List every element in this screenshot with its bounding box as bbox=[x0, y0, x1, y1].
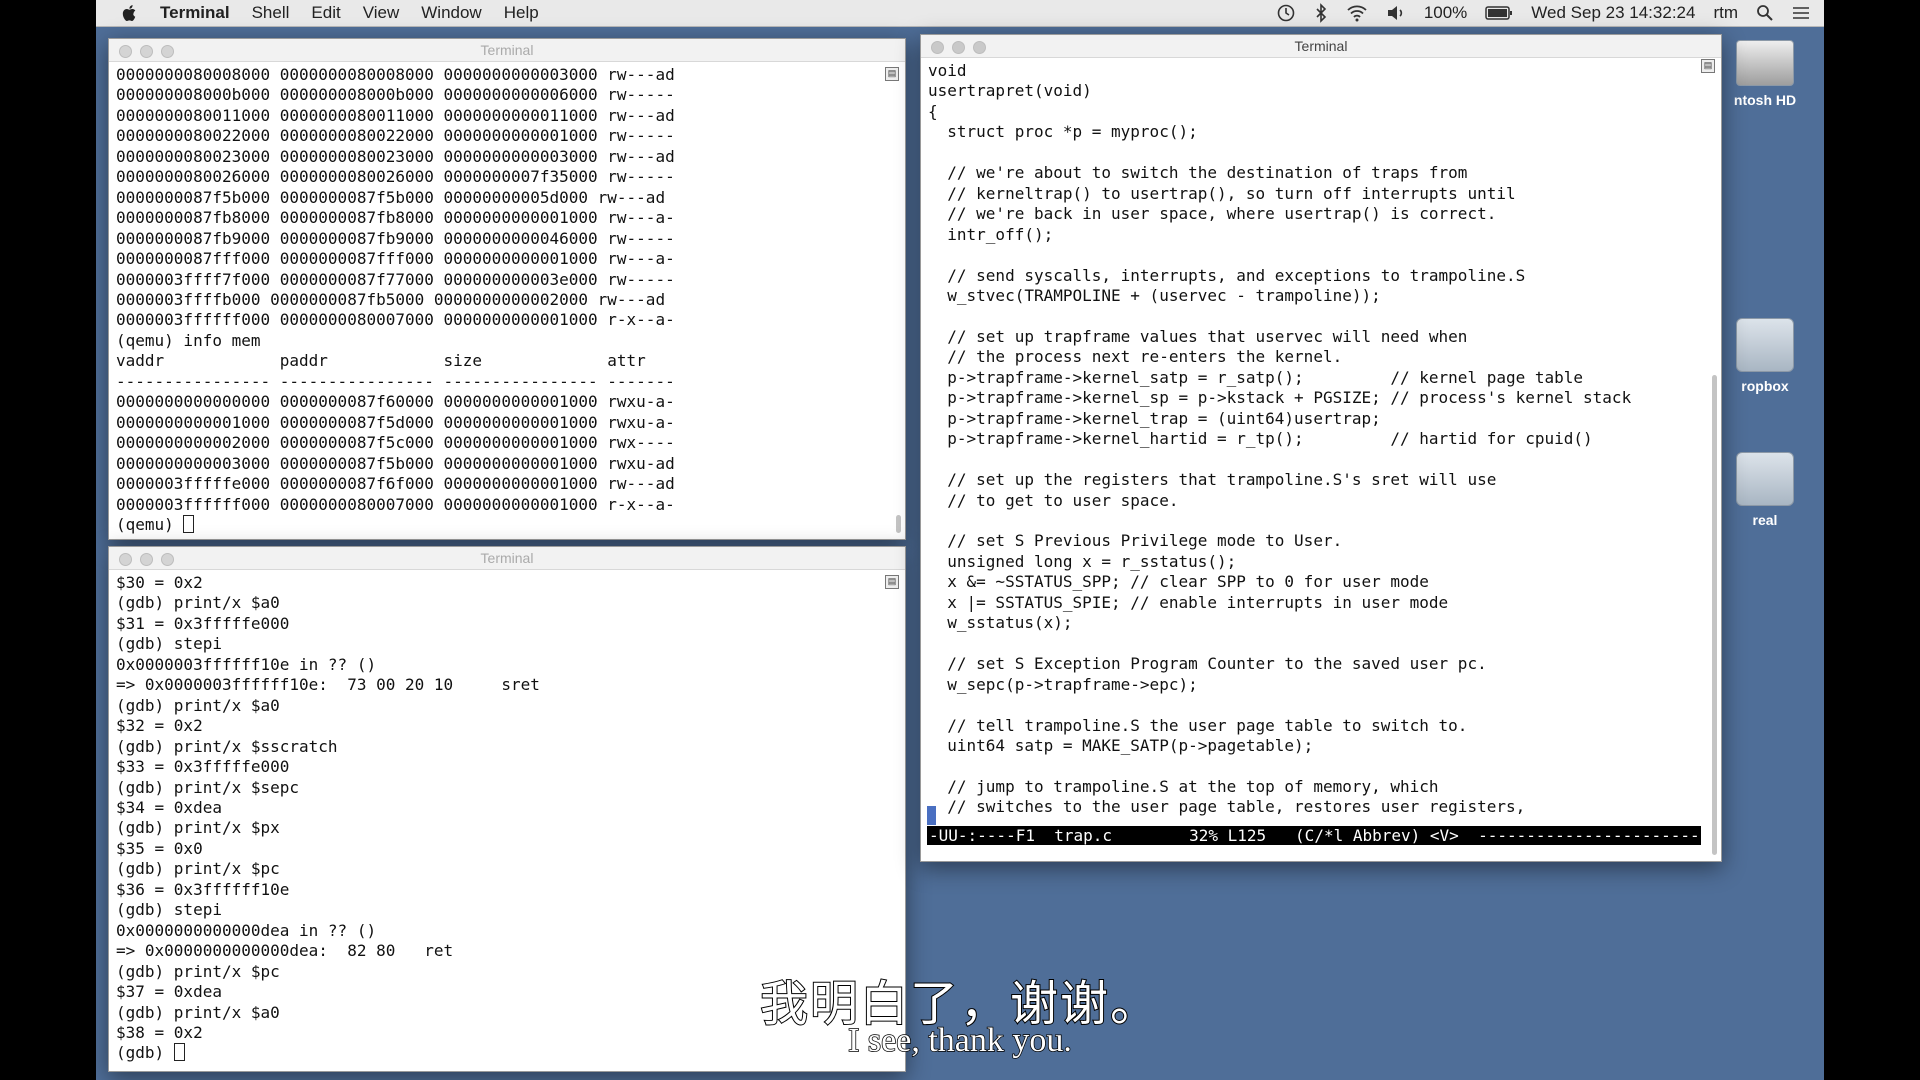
hard-disk-icon bbox=[1736, 40, 1794, 86]
status-area: 100% Wed Sep 23 14:32:24 rtm bbox=[1276, 0, 1810, 26]
menu-app-name[interactable]: Terminal bbox=[160, 3, 230, 23]
wifi-icon[interactable] bbox=[1346, 4, 1368, 22]
desktop-icon-label: ntosh HD bbox=[1733, 92, 1797, 108]
window-titlebar[interactable]: Terminal bbox=[109, 39, 905, 62]
window-titlebar[interactable]: Terminal bbox=[921, 35, 1721, 58]
split-pane-button[interactable]: ▤ bbox=[885, 67, 899, 81]
emacs-buffer[interactable]: void usertrapret(void) { struct proc *p … bbox=[921, 58, 1721, 818]
folder-icon bbox=[1736, 452, 1794, 506]
menu-window[interactable]: Window bbox=[421, 3, 481, 23]
desktop-icon-label: real bbox=[1752, 512, 1778, 528]
user-name[interactable]: rtm bbox=[1713, 3, 1738, 23]
scrollbar[interactable] bbox=[896, 515, 901, 533]
bluetooth-icon[interactable] bbox=[1314, 3, 1328, 23]
volume-icon[interactable] bbox=[1386, 4, 1406, 22]
window-title: Terminal bbox=[480, 550, 534, 566]
menu-bar: Terminal Shell Edit View Window Help 100… bbox=[96, 0, 1824, 27]
window-titlebar[interactable]: Terminal bbox=[109, 547, 905, 570]
time-machine-icon[interactable] bbox=[1276, 3, 1296, 23]
scrollbar[interactable] bbox=[1712, 375, 1717, 855]
menu-view[interactable]: View bbox=[363, 3, 400, 23]
apple-menu-icon[interactable] bbox=[120, 3, 140, 23]
menu-edit[interactable]: Edit bbox=[311, 3, 340, 23]
text-cursor bbox=[927, 806, 936, 825]
menu-shell[interactable]: Shell bbox=[252, 3, 290, 23]
terminal-window-qemu[interactable]: Terminal 0000000080008000 00000000800080… bbox=[108, 38, 906, 540]
split-pane-button[interactable]: ▤ bbox=[885, 575, 899, 589]
desktop-icon-real[interactable]: real bbox=[1728, 452, 1802, 528]
window-title: Terminal bbox=[480, 42, 534, 58]
subtitle-english: I see, thank you. bbox=[847, 1021, 1072, 1060]
folder-icon bbox=[1736, 318, 1794, 372]
desktop-icon-hard-disk[interactable]: ntosh HD bbox=[1728, 40, 1802, 108]
window-title: Terminal bbox=[1294, 38, 1348, 54]
notification-center-icon[interactable] bbox=[1792, 5, 1810, 21]
split-pane-button[interactable]: ▤ bbox=[1701, 59, 1715, 73]
spotlight-search-icon[interactable] bbox=[1756, 4, 1774, 22]
terminal-output[interactable]: 0000000080008000 0000000080008000 000000… bbox=[109, 62, 905, 535]
desktop-icon-label: ropbox bbox=[1741, 378, 1789, 394]
battery-icon[interactable] bbox=[1485, 5, 1513, 21]
battery-percent: 100% bbox=[1423, 3, 1468, 22]
terminal-window-emacs[interactable]: Terminal void usertrapret(void) { struct… bbox=[920, 34, 1722, 862]
menu-help[interactable]: Help bbox=[504, 3, 539, 23]
terminal-text: 0000000080008000 0000000080008000 000000… bbox=[116, 65, 675, 534]
desktop: Terminal Shell Edit View Window Help 100… bbox=[96, 0, 1824, 1080]
clock[interactable]: Wed Sep 23 14:32:24 bbox=[1531, 3, 1695, 23]
emacs-mode-line: -UU-:----F1 trap.c 32% L125 (C/*l Abbrev… bbox=[927, 826, 1710, 845]
text-cursor bbox=[183, 514, 195, 533]
desktop-icon-dropbox[interactable]: ropbox bbox=[1728, 318, 1802, 394]
